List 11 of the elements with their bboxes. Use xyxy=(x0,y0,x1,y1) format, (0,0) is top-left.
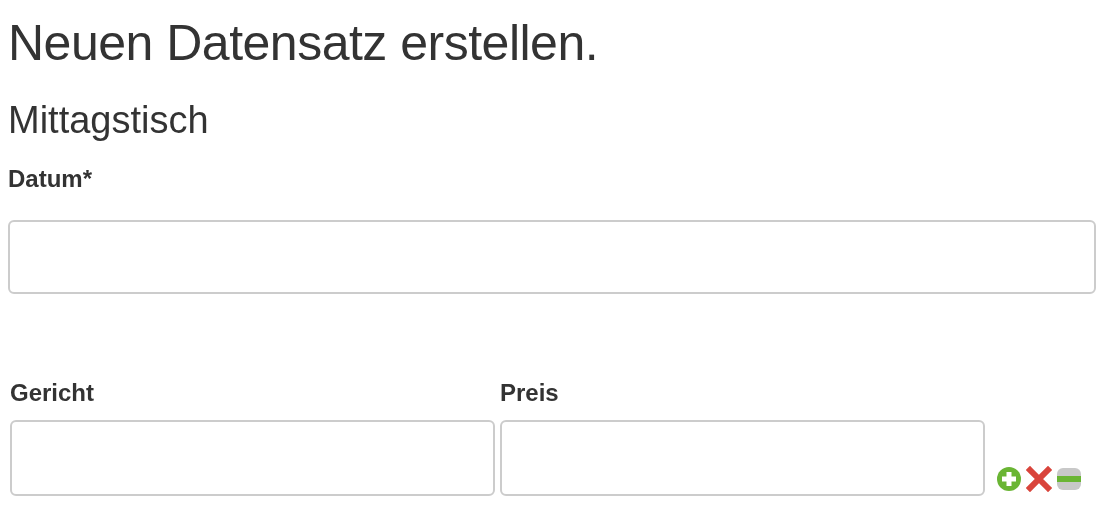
input-field[interactable] xyxy=(500,420,985,496)
add-icon[interactable] xyxy=(996,466,1022,492)
section-title: Mittagstisch xyxy=(8,98,210,143)
field-label: Datum* xyxy=(8,164,92,194)
close-icon[interactable] xyxy=(1026,466,1052,492)
field-label: Preis xyxy=(500,378,560,408)
date-input-field[interactable] xyxy=(8,220,1096,294)
page-title: Neuen Datensatz erstellen. xyxy=(8,14,600,73)
minus-icon[interactable] xyxy=(1056,466,1082,492)
field-label: Gericht xyxy=(10,378,96,408)
input-field[interactable] xyxy=(10,420,495,496)
